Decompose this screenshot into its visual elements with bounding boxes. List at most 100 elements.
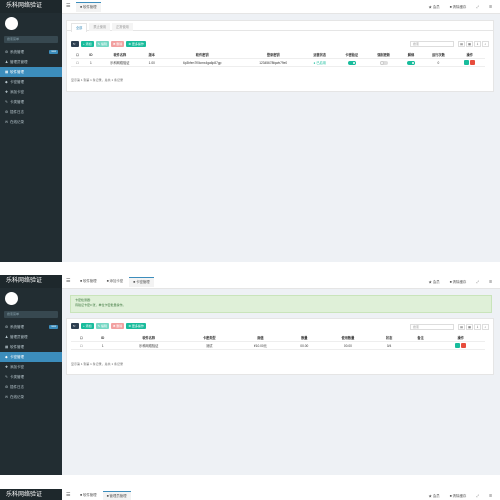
col-status[interactable]: 运营状态 (303, 51, 336, 59)
search-icon[interactable]: ⌕ (482, 324, 489, 330)
hamburger-icon[interactable]: ☰ (66, 492, 70, 498)
member-link[interactable]: ★ 会员 (429, 279, 440, 284)
row-checkbox[interactable]: ☐ (71, 58, 85, 67)
fullscreen-icon[interactable]: ⤢ (476, 5, 479, 9)
menu-icon[interactable]: ☰ (489, 494, 492, 498)
menu-search-input[interactable]: 搜索菜单 (4, 36, 58, 43)
clear-cache-link[interactable]: ■ 清除缓存 (450, 279, 467, 284)
sidebar-item-add-card[interactable]: ✚ 添加卡密 (0, 362, 62, 372)
force-update-toggle[interactable] (379, 60, 388, 65)
subtab-enabled[interactable]: 正常使用 (112, 23, 133, 31)
col-key[interactable]: 软件密钥 (161, 51, 243, 59)
edit-button[interactable]: ✎ 编辑 (95, 323, 109, 329)
col-unbind[interactable]: 解绑 (399, 51, 423, 59)
col-value[interactable]: 面值 (234, 334, 287, 342)
fullscreen-icon[interactable]: ⤢ (476, 494, 479, 498)
col-run-count[interactable]: 运行次数 (422, 51, 455, 59)
col-login-key[interactable]: 登录密钥 (242, 51, 304, 59)
tab-add-card[interactable]: ■ 添加卡密 (103, 277, 128, 286)
delete-row-icon[interactable] (461, 343, 467, 348)
col-id[interactable]: ID (84, 51, 98, 59)
sidebar-item-card-types[interactable]: ✎ 卡类管理 (0, 97, 62, 107)
search-input[interactable]: 搜索 (410, 324, 454, 330)
columns-icon[interactable]: ▦ (466, 41, 473, 47)
toggle-view-icon[interactable]: ▤ (458, 41, 465, 47)
col-note[interactable]: 备注 (404, 334, 437, 342)
export-icon[interactable]: ⇩ (474, 324, 481, 330)
toggle-view-icon[interactable]: ▤ (458, 324, 465, 330)
refresh-button[interactable]: ↻ (71, 323, 79, 329)
sidebar-item-add-card[interactable]: ✚ 添加卡密 (0, 87, 62, 97)
software-table: ☐ ID 软件名称 版本 软件密钥 登录密钥 运营状态 卡密验证 强制更新 解绑… (71, 51, 485, 67)
col-id[interactable]: ID (91, 334, 114, 342)
sidebar-item-plugin-log[interactable]: ⚙ 插件日志 (0, 107, 62, 117)
unbind-toggle[interactable] (406, 60, 415, 65)
sidebar-item-online[interactable]: ✉ 在线记录 (0, 392, 62, 402)
cell-login-key: 12345678fqwb79e0 (242, 58, 304, 67)
add-button[interactable]: + 添加 (81, 323, 94, 329)
sidebar-item-admin[interactable]: ♟ 管理员管理 (0, 332, 62, 342)
more-actions-button[interactable]: ⚙ 更多操作 (126, 41, 146, 47)
select-all-checkbox[interactable]: ☐ (71, 334, 92, 342)
edit-row-icon[interactable] (464, 60, 470, 65)
hamburger-icon[interactable]: ☰ (66, 278, 70, 284)
member-link[interactable]: ★ 会员 (429, 4, 440, 9)
hamburger-icon[interactable]: ☰ (66, 3, 70, 9)
tab-software[interactable]: ■ 软件管理 (76, 277, 101, 286)
brand-title: 乐科网络验证 (0, 275, 62, 288)
avatar[interactable] (5, 292, 18, 305)
tab-software[interactable]: ■ 软件管理 (76, 491, 101, 500)
sidebar-item-label: 卡密管理 (10, 80, 24, 84)
avatar[interactable] (5, 17, 18, 30)
select-all-checkbox[interactable]: ☐ (71, 51, 85, 59)
col-name[interactable]: 软件名称 (113, 334, 184, 342)
pagination-info: 显示第 1 到第 1 条记录，总共 1 条记录 (71, 362, 124, 366)
delete-row-icon[interactable] (470, 60, 476, 65)
sidebar-item-label: 管理员管理 (10, 335, 28, 339)
refresh-button[interactable]: ↻ (71, 41, 79, 47)
sidebar-item-online[interactable]: ✉ 在线记录 (0, 117, 62, 127)
delete-button[interactable]: ✖ 删除 (110, 41, 125, 47)
menu-icon[interactable]: ☰ (489, 280, 492, 284)
col-name[interactable]: 软件名称 (97, 51, 142, 59)
sidebar-item-cards[interactable]: ◆ 卡密管理 (0, 352, 62, 362)
clear-cache-link[interactable]: ■ 清除缓存 (450, 493, 467, 498)
export-icon[interactable]: ⇩ (474, 41, 481, 47)
columns-icon[interactable]: ▦ (466, 324, 473, 330)
tab-admin[interactable]: ■ 管理员管理 (102, 491, 131, 500)
col-type[interactable]: 卡密类型 (183, 334, 235, 342)
col-card-verify[interactable]: 卡密验证 (335, 51, 368, 59)
menu-search-input[interactable]: 搜索菜单 (4, 311, 58, 318)
sidebar-item-admin[interactable]: ♟ 管理员管理 (0, 57, 62, 67)
edit-row-icon[interactable] (455, 343, 461, 348)
sidebar-item-software[interactable]: ▦ 软件管理 (0, 67, 62, 77)
col-version[interactable]: 版本 (141, 51, 162, 59)
sidebar-item-system[interactable]: ⚙ 系统管理 new (0, 322, 62, 332)
tab-software[interactable]: ■ 软件管理 (76, 2, 101, 12)
sidebar-item-label: 插件日志 (10, 110, 24, 114)
col-state[interactable]: 状态 (373, 334, 405, 342)
sidebar-item-card-types[interactable]: ✎ 卡类管理 (0, 372, 62, 382)
subtab-disabled[interactable]: 禁止使用 (89, 23, 111, 31)
row-checkbox[interactable]: ☐ (71, 341, 92, 350)
delete-button[interactable]: ✖ 删除 (110, 323, 125, 329)
card-verify-toggle[interactable] (347, 60, 356, 65)
col-force-update[interactable]: 强制更新 (367, 51, 400, 59)
sidebar-item-software[interactable]: ▦ 软件管理 (0, 342, 62, 352)
menu-icon[interactable]: ☰ (489, 5, 492, 9)
col-count[interactable]: 数量 (286, 334, 323, 342)
clear-cache-link[interactable]: ■ 清除缓存 (450, 4, 467, 9)
search-input[interactable]: 搜索 (410, 41, 454, 47)
col-used[interactable]: 使用数量 (322, 334, 374, 342)
subtab-all[interactable]: 全部 (71, 23, 88, 32)
fullscreen-icon[interactable]: ⤢ (476, 280, 479, 284)
edit-button[interactable]: ✎ 编辑 (95, 41, 109, 47)
sidebar-item-system[interactable]: ⚙ 系统管理 new (0, 47, 62, 57)
search-icon[interactable]: ⌕ (482, 41, 489, 47)
sidebar-item-plugin-log[interactable]: ⚙ 插件日志 (0, 382, 62, 392)
sidebar-item-cards[interactable]: ◆ 卡密管理 (0, 77, 62, 87)
member-link[interactable]: ★ 会员 (429, 493, 440, 498)
tab-cards[interactable]: ■ 卡密管理 (129, 277, 154, 287)
more-actions-button[interactable]: ⚙ 更多操作 (126, 323, 146, 329)
add-button[interactable]: + 添加 (81, 41, 94, 47)
